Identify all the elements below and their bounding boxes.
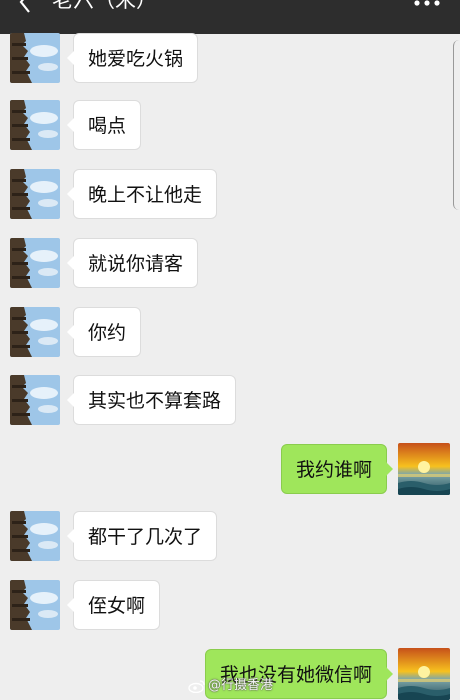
received-message-bubble[interactable]: 晚上不让他走 [66,169,218,219]
contact-avatar[interactable] [10,169,60,219]
message-row: 就说你请客 [0,238,460,290]
message-row: 喝点 [0,100,460,152]
message-row: 侄女啊 [0,580,460,632]
message-row: 你约 [0,307,460,359]
my-avatar[interactable] [398,443,450,495]
my-avatar[interactable] [398,648,450,700]
message-row: 她爱吃火锅 [0,33,460,85]
contact-avatar[interactable] [10,580,60,630]
message-row: 都干了几次了 [0,511,460,563]
weibo-icon [188,679,205,693]
message-row: 晚上不让他走 [0,169,460,221]
received-message-bubble[interactable]: 就说你请客 [66,238,199,288]
received-message-bubble[interactable]: 侄女啊 [66,580,161,630]
chat-title: 老六（宋） [52,0,157,12]
message-row: 其实也不算套路 [0,375,460,427]
more-dots-icon[interactable] [414,0,440,8]
contact-avatar[interactable] [10,511,60,561]
chat-header: 老六（宋） [0,0,460,34]
contact-avatar[interactable] [10,100,60,150]
received-message-bubble[interactable]: 都干了几次了 [66,511,218,561]
contact-avatar[interactable] [10,33,60,83]
message-row: 我约谁啊 [0,443,460,497]
contact-avatar[interactable] [10,307,60,357]
contact-avatar[interactable] [10,238,60,288]
sent-message-bubble[interactable]: 我约谁啊 [280,444,394,494]
chevron-left-icon[interactable] [14,0,38,14]
watermark-text: @行摄香港 [208,678,274,693]
received-message-bubble[interactable]: 其实也不算套路 [66,375,237,425]
received-message-bubble[interactable]: 她爱吃火锅 [66,33,199,83]
contact-avatar[interactable] [10,375,60,425]
watermark: @行摄香港 [188,674,273,693]
received-message-bubble[interactable]: 你约 [66,307,142,357]
received-message-bubble[interactable]: 喝点 [66,100,142,150]
